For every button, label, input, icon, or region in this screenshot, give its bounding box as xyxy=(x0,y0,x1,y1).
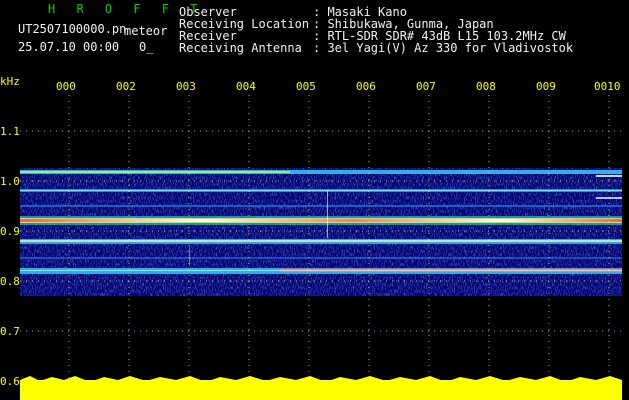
x-tick-label: 006 xyxy=(356,80,376,93)
x-tick-label: 007 xyxy=(416,80,436,93)
y-tick-label: 0.9 xyxy=(0,225,20,238)
y-tick-label: 1.1 xyxy=(0,125,20,138)
info-label-antenna: Receiving Antenna xyxy=(179,41,302,55)
x-tick-label: 0010 xyxy=(594,80,621,93)
x-tick-label: 005 xyxy=(296,80,316,93)
spectrogram-plot xyxy=(20,95,622,400)
info-value-antenna: : 3el Yagi(V) Az 330 for Vladivostok xyxy=(313,41,574,55)
x-tick-label: 002 xyxy=(116,80,136,93)
waterfall-area xyxy=(20,168,622,296)
x-tick-label: 008 xyxy=(476,80,496,93)
mode-label: meteor xyxy=(124,24,168,38)
y-tick-label: 0.8 xyxy=(0,275,20,288)
amplitude-strip xyxy=(20,376,622,400)
signal-line-0-84 xyxy=(20,257,622,259)
datetime-label: 25.07.10 00:00 xyxy=(18,40,120,54)
count-label: 0_ xyxy=(139,40,154,54)
x-tick-label: 004 xyxy=(236,80,256,93)
x-tick-label: 000 xyxy=(56,80,76,93)
signal-line-0-93 xyxy=(20,205,622,207)
x-tick-label: 003 xyxy=(176,80,196,93)
y-tick-label: 0.7 xyxy=(0,325,20,338)
y-tick-label: 1.0 xyxy=(0,175,20,188)
y-tick-label: 0.6 xyxy=(0,375,20,388)
y-axis-unit: kHz xyxy=(0,75,20,88)
image-filename: UT2507100000.png xyxy=(18,23,126,35)
x-tick-label: 009 xyxy=(536,80,556,93)
